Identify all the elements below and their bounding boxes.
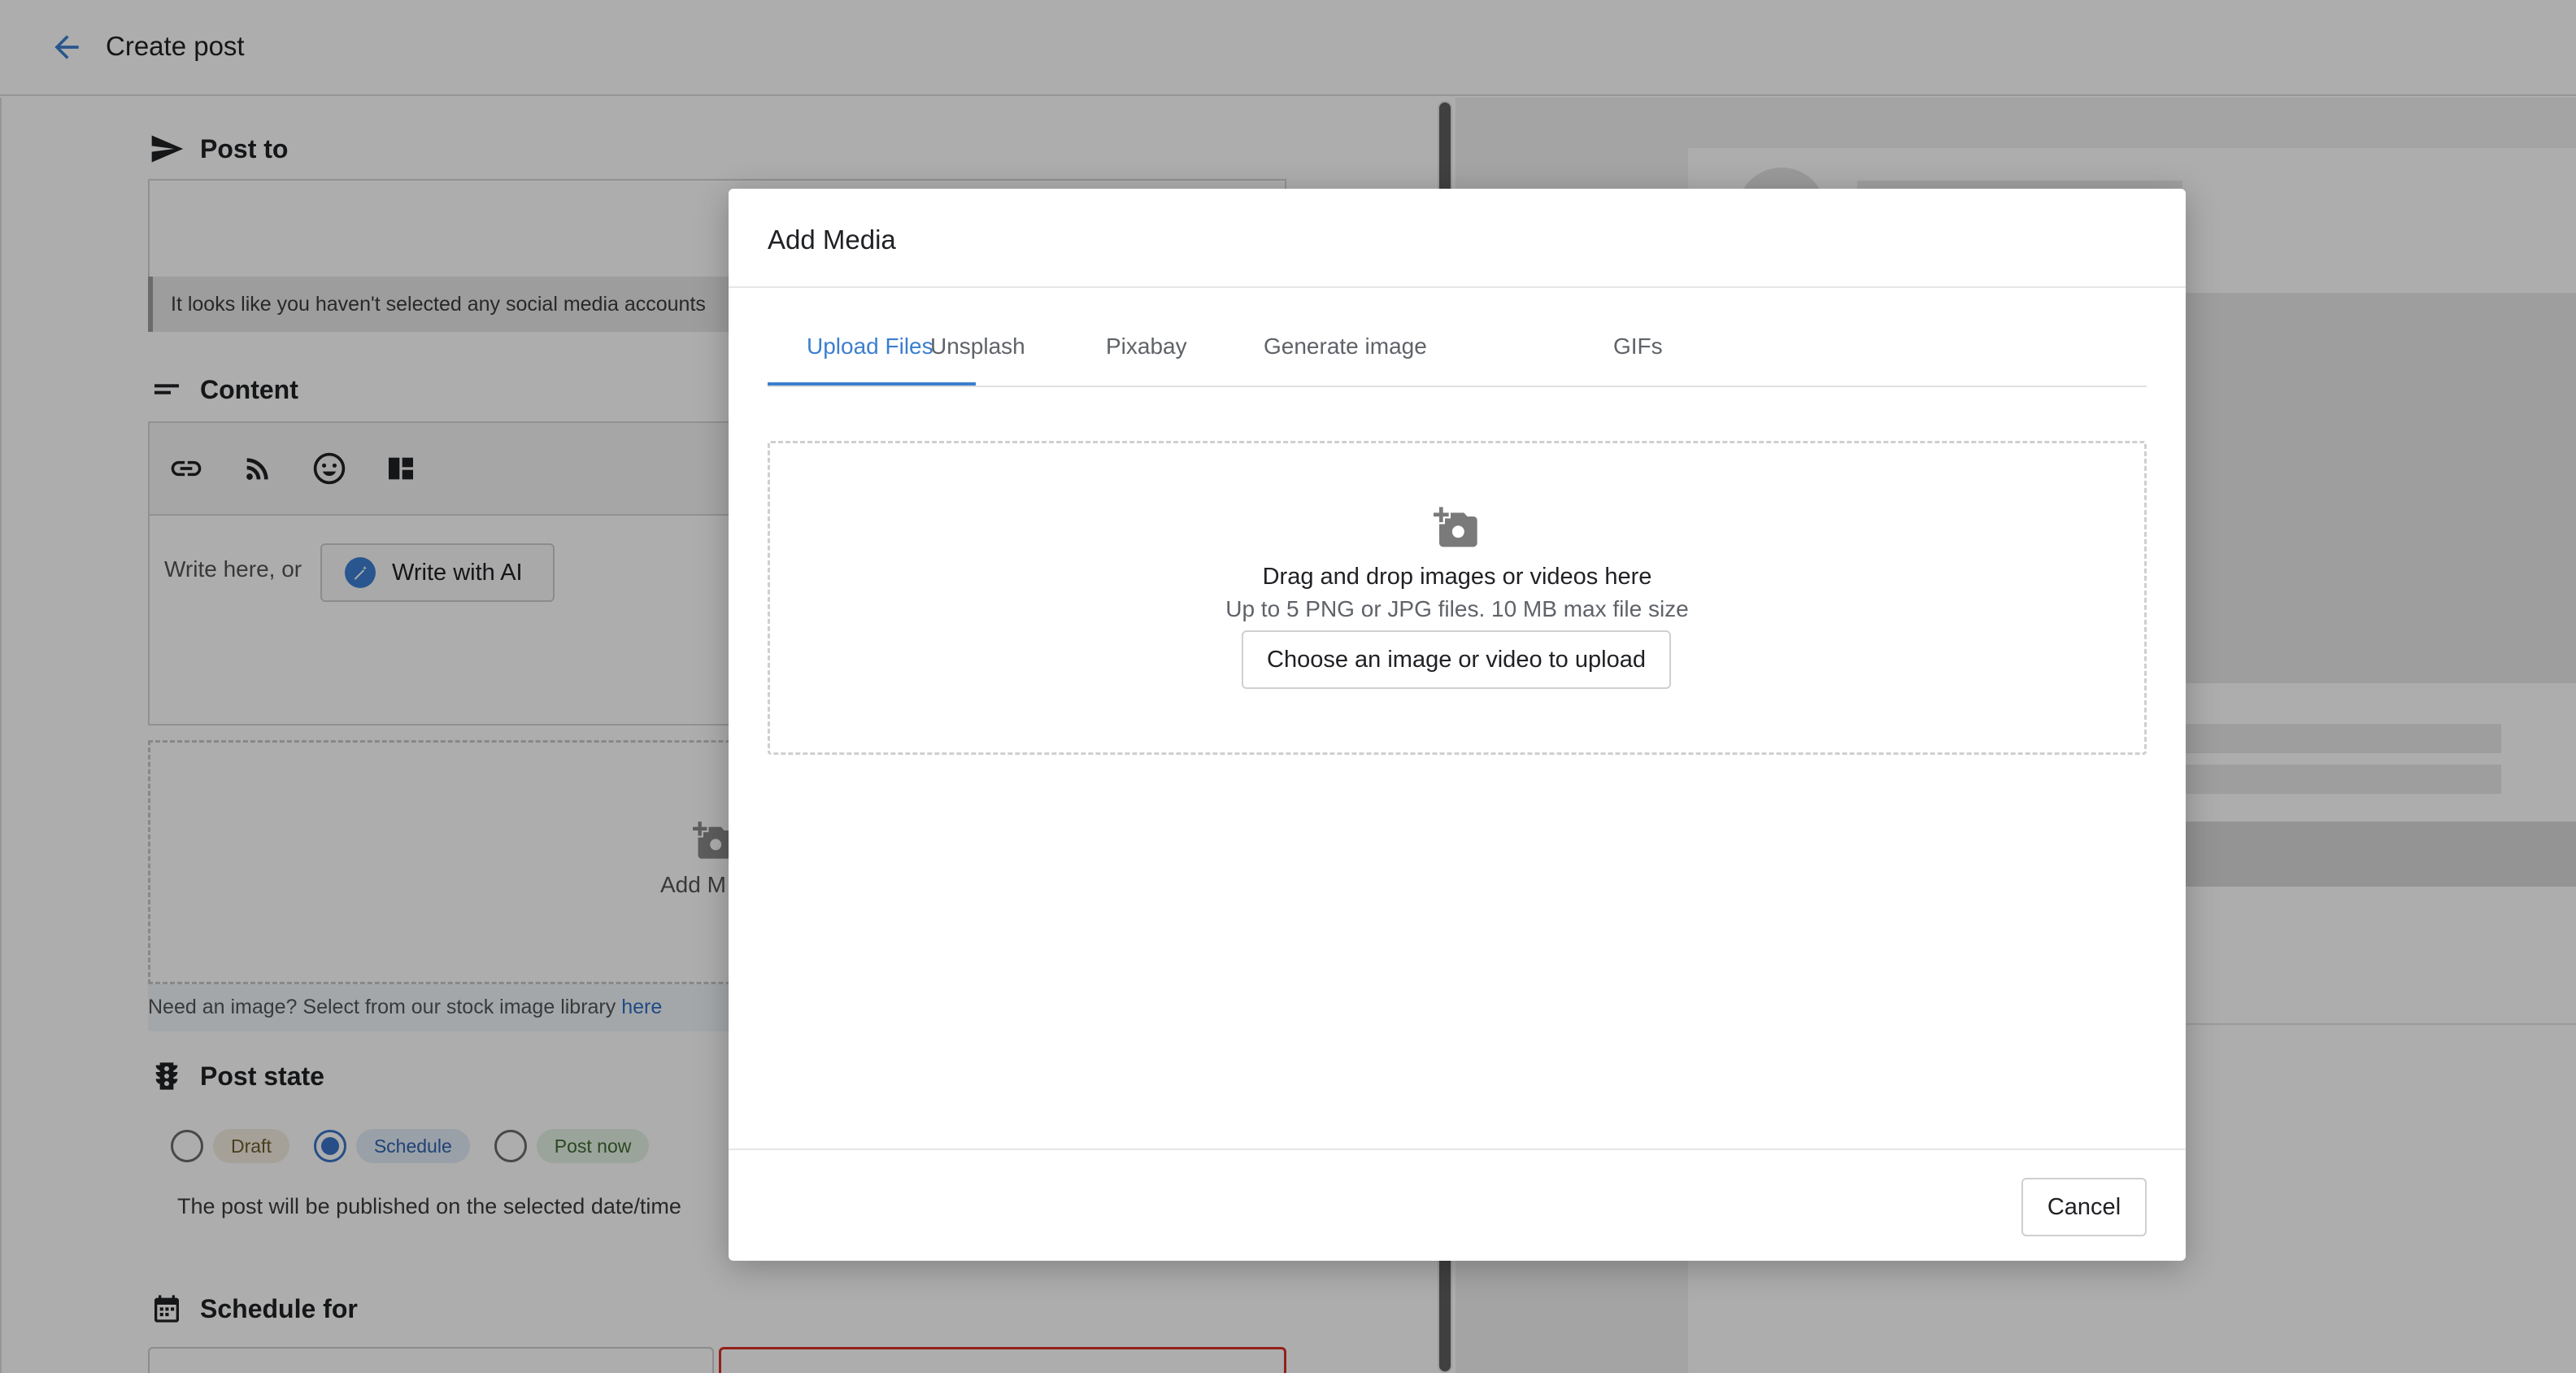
dialog-title: Add Media (768, 224, 896, 255)
cancel-button[interactable]: Cancel (2021, 1178, 2147, 1236)
upload-title: Drag and drop images or videos here (1262, 564, 1652, 590)
upload-limits: Up to 5 PNG or JPG files. 10 MB max file… (1225, 596, 1689, 621)
tab-generate-image[interactable]: Generate image (1264, 332, 1427, 387)
tab-pixabay[interactable]: Pixabay (1106, 332, 1187, 387)
add-photo-icon (1434, 505, 1479, 551)
dialog-footer-divider (729, 1149, 2186, 1150)
tab-upload-files[interactable]: Upload Files (807, 332, 933, 387)
media-source-tabs: Upload Files Unsplash Pixabay Generate i… (768, 332, 2147, 387)
upload-drop-zone[interactable]: Drag and drop images or videos here Up t… (768, 441, 2147, 755)
tab-unsplash[interactable]: Unsplash (930, 332, 1025, 387)
choose-file-button[interactable]: Choose an image or video to upload (1242, 630, 1671, 689)
active-tab-indicator (768, 382, 976, 386)
dialog-header-divider (729, 286, 2186, 288)
tab-gifs[interactable]: GIFs (1613, 332, 1663, 387)
add-media-dialog: Add Media Upload Files Unsplash Pixabay … (729, 189, 2186, 1261)
